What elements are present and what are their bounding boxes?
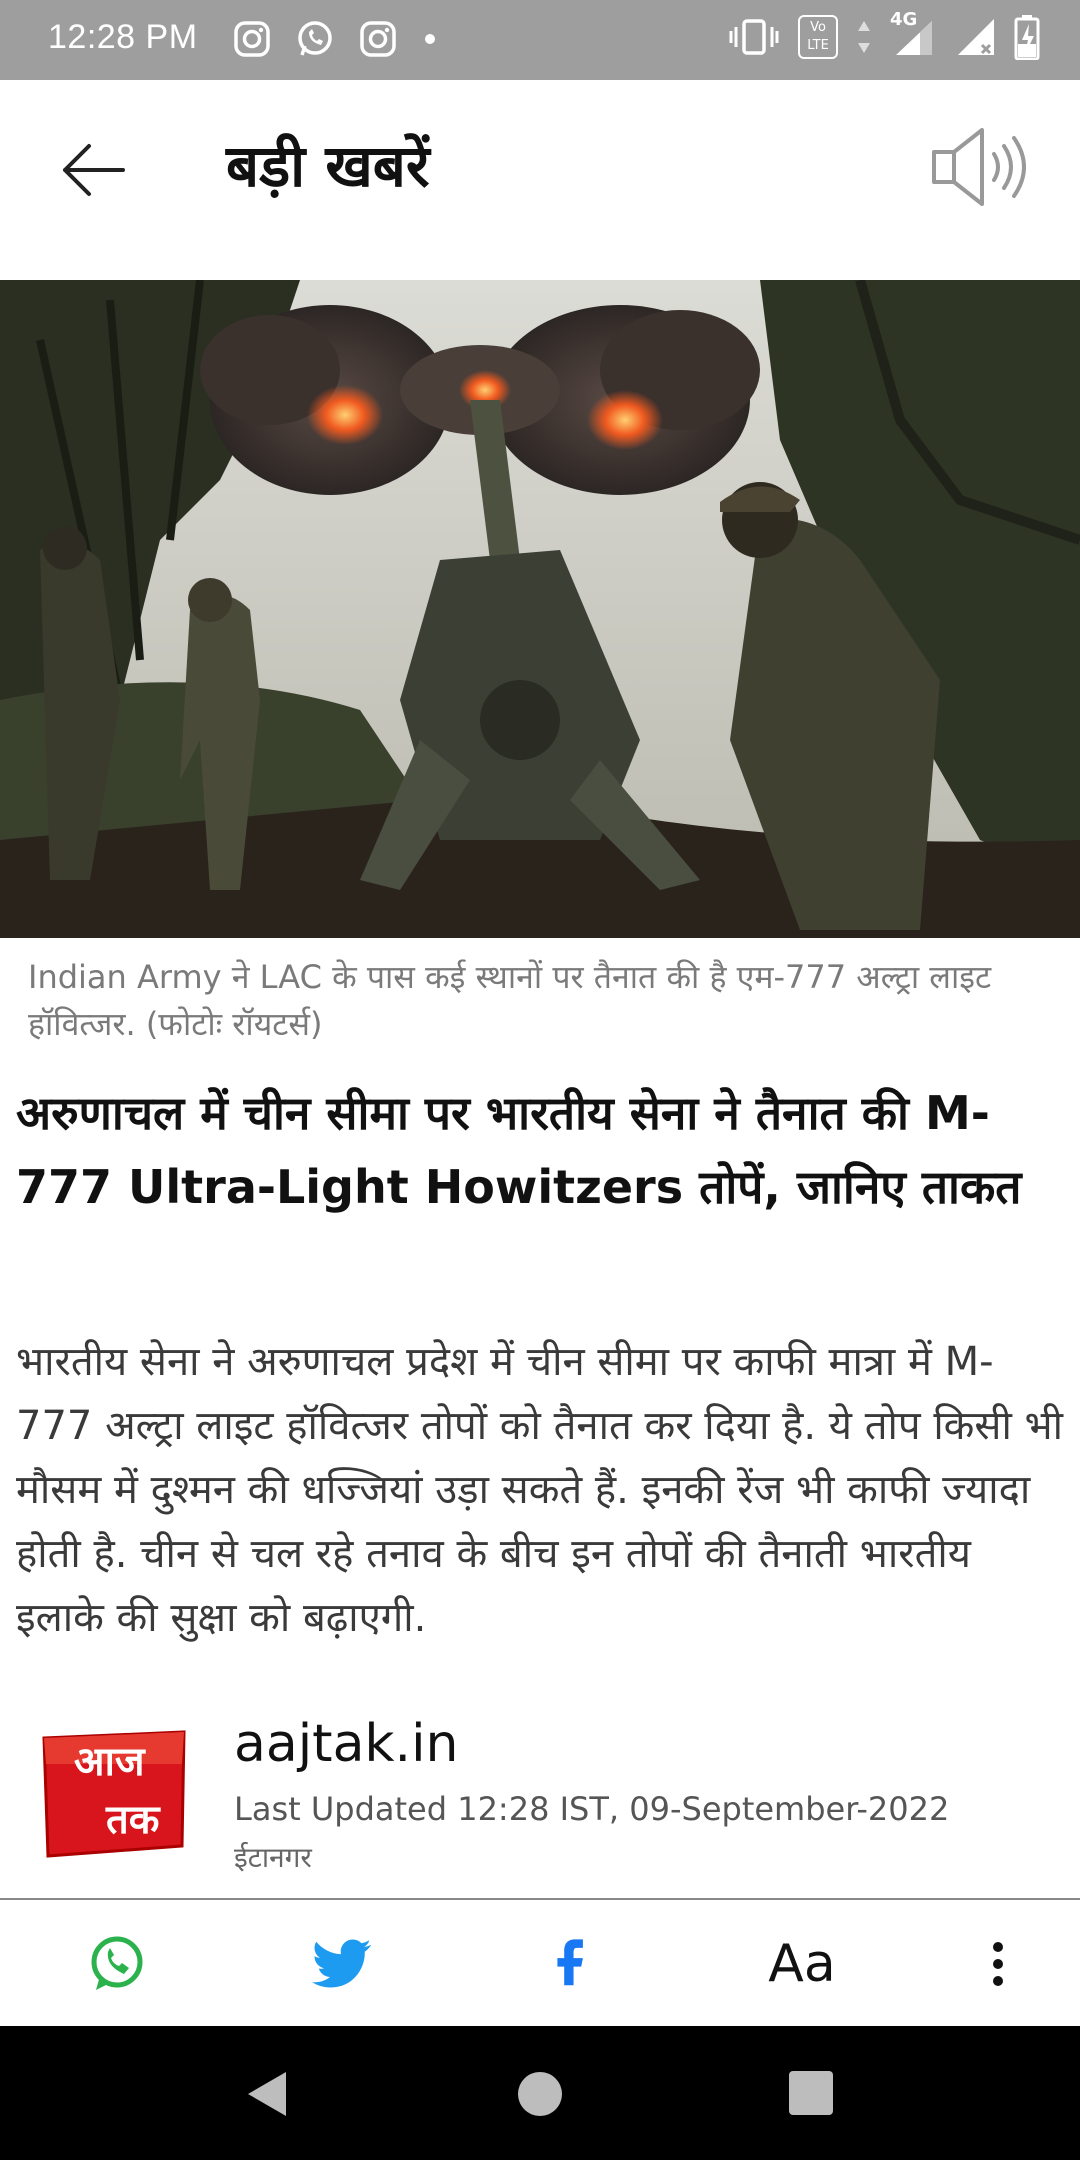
facebook-icon [557, 1939, 583, 1986]
system-navigation-bar [0, 2026, 1080, 2160]
app-bar: बड़ी खबरें [0, 80, 1080, 280]
volte-icon: Vo LTE [798, 15, 838, 59]
status-time: 12:28 PM [48, 18, 198, 56]
whatsapp-icon [298, 21, 332, 56]
logo-text-tak: तक [106, 1797, 160, 1843]
twitter-icon [312, 1939, 371, 1988]
nav-home-button[interactable] [514, 2068, 566, 2120]
back-button[interactable] [54, 130, 134, 210]
no-signal-icon [958, 19, 994, 55]
twitter-share-button[interactable] [306, 1928, 378, 2000]
battery-charging-icon [1014, 15, 1040, 60]
system-icons: Vo LTE 4G [728, 9, 1040, 60]
more-vert-icon [993, 1942, 1003, 1986]
instagram-icon [234, 21, 270, 57]
share-toolbar: Aa [0, 1900, 1080, 2026]
more-options-button[interactable] [974, 1928, 1022, 2000]
data-arrows-icon [858, 21, 870, 53]
notification-icons [232, 18, 440, 60]
nav-recents-square-icon [789, 2071, 833, 2115]
facebook-share-button[interactable] [534, 1928, 606, 2000]
howitzer-photo [0, 280, 1080, 938]
last-updated: Last Updated 12:28 IST, 09-September-202… [234, 1790, 950, 1828]
speaker-icon [932, 128, 1026, 206]
page-title: बड़ी खबरें [226, 132, 430, 200]
vibrate-icon [729, 19, 779, 55]
article-summary: भारतीय सेना ने अरुणाचल प्रदेश में चीन सी… [16, 1339, 1063, 1641]
nav-recents-button[interactable] [786, 2068, 836, 2118]
nav-home-circle-icon [518, 2072, 562, 2116]
more-notifications-dot-icon [425, 34, 435, 44]
whatsapp-icon [91, 1936, 143, 1990]
mobile-signal-icon: 4G [890, 9, 938, 59]
listen-button[interactable] [928, 122, 1028, 212]
article-headline: अरुणाचल में चीन सीमा पर भारतीय सेना ने त… [16, 1086, 1022, 1214]
source-name[interactable]: aajtak.in [234, 1714, 458, 1774]
whatsapp-share-button[interactable] [80, 1928, 152, 2000]
article-image[interactable] [0, 280, 1080, 938]
source-info: आज तक aajtak.in Last Updated 12:28 IST, … [0, 1704, 1080, 1900]
aajtak-logo[interactable]: आज तक [34, 1724, 192, 1862]
nav-back-triangle-icon [248, 2072, 286, 2116]
back-arrow-icon [63, 144, 125, 196]
dateline-location: ईटानगर [234, 1841, 312, 1874]
status-bar: 12:28 PM Vo LTE 4G [0, 0, 1080, 80]
logo-text-aaj: आज [74, 1739, 145, 1785]
instagram-icon [360, 21, 396, 57]
image-caption: Indian Army ने LAC के पास कई स्थानों पर … [28, 958, 992, 1043]
font-size-button[interactable]: Aa [762, 1928, 842, 2000]
nav-back-button[interactable] [240, 2064, 300, 2124]
